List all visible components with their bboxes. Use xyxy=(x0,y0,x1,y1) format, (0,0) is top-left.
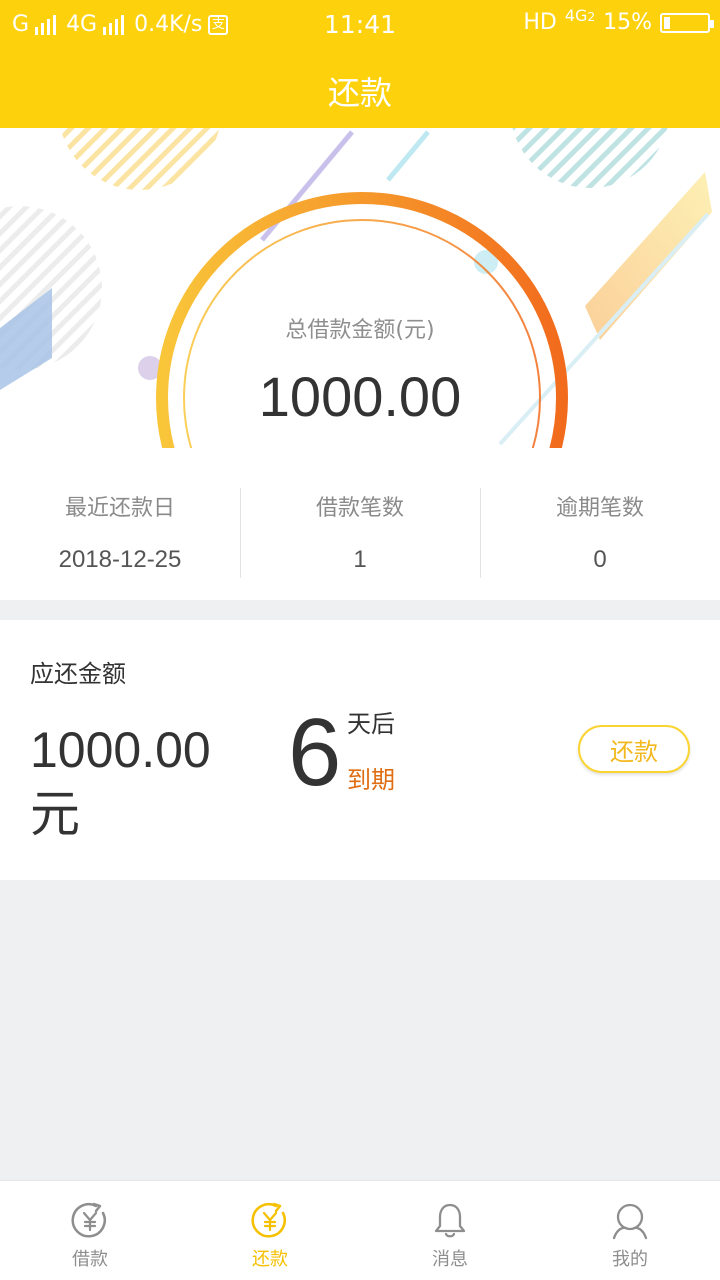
tab-messages[interactable]: 消息 xyxy=(360,1181,540,1280)
tab-label: 还款 xyxy=(252,1249,288,1270)
tab-label: 借款 xyxy=(72,1249,108,1270)
bell-icon xyxy=(434,1203,466,1238)
days-after-label: 天后 xyxy=(347,710,395,738)
days-remaining: 6 xyxy=(288,699,342,806)
stat-value: 2018-12-25 xyxy=(58,546,182,573)
stat-label: 借款笔数 xyxy=(315,496,404,521)
tab-repay[interactable]: 还款 xyxy=(180,1181,360,1280)
repay-amount-unit: 元 xyxy=(30,785,80,843)
stat-value: 0 xyxy=(593,546,607,573)
battery-percent: 15% xyxy=(603,10,652,35)
user-icon xyxy=(612,1203,648,1240)
repay-card: 应还金额 1000.00 元 6 天后 到期 还款 xyxy=(0,620,720,880)
repay-amount: 1000.00 xyxy=(30,722,211,778)
tab-borrow[interactable]: 借款 xyxy=(0,1181,180,1280)
loan-stats: 最近还款日 2018-12-25 借款笔数 1 逾期笔数 0 xyxy=(0,448,720,600)
due-label: 到期 xyxy=(347,766,395,794)
yuan-circle-icon xyxy=(71,1202,106,1238)
yuan-circle-icon xyxy=(251,1202,286,1238)
tab-profile[interactable]: 我的 xyxy=(540,1181,720,1280)
hd-indicator: HD xyxy=(523,10,557,35)
total-loan-hero: 总借款金额(元) 1000.00 xyxy=(0,128,720,448)
stat-label: 最近还款日 xyxy=(64,496,175,521)
network-type: 4G2 xyxy=(564,6,596,25)
stat-overdue-count: 逾期笔数 0 xyxy=(480,448,720,600)
battery-icon xyxy=(660,12,714,33)
stat-recent-repay-date: 最近还款日 2018-12-25 xyxy=(0,448,240,600)
app-header: G 4G 0.4K/s 支 11:41 HD 4G2 15% 还款 xyxy=(0,0,720,128)
tab-label: 我的 xyxy=(612,1249,648,1270)
repay-button[interactable]: 还款 xyxy=(578,725,690,773)
stat-loan-count: 借款笔数 1 xyxy=(240,448,480,600)
bottom-tab-bar: 借款 还款 消息 我的 xyxy=(0,1180,720,1280)
tab-label: 消息 xyxy=(432,1249,468,1270)
total-loan-amount: 1000.00 xyxy=(258,365,462,428)
stat-value: 1 xyxy=(353,546,367,573)
total-loan-label: 总借款金额(元) xyxy=(285,318,435,343)
stat-label: 逾期笔数 xyxy=(555,496,644,521)
repay-heading: 应还金额 xyxy=(30,660,126,688)
status-bar: G 4G 0.4K/s 支 11:41 HD 4G2 15% xyxy=(0,0,720,50)
page-title: 还款 xyxy=(327,74,392,112)
